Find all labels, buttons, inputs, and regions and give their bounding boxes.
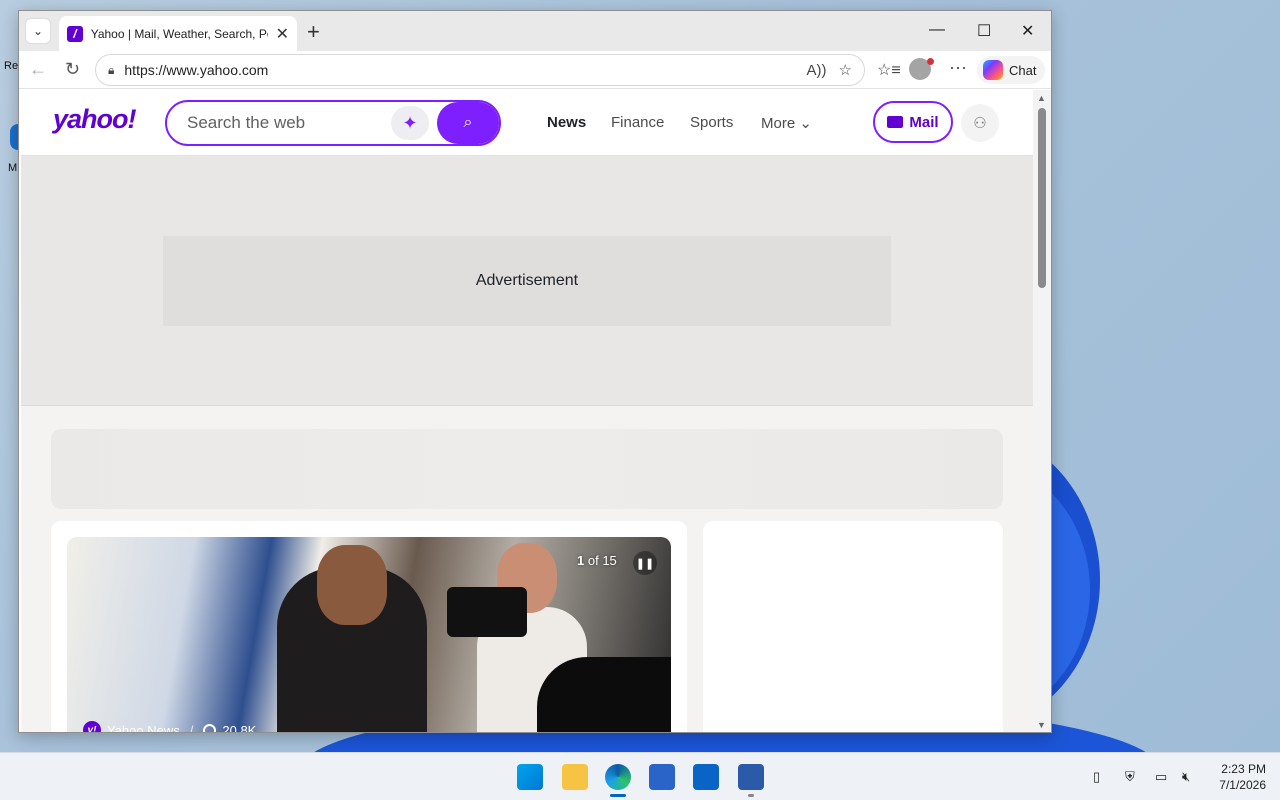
page-scrollbar[interactable]: ▲ ▼ [1033, 90, 1051, 732]
slide-current: 1 [577, 553, 585, 568]
search-box: ✦ ⌕ [165, 100, 501, 146]
pause-icon: ❚❚ [635, 557, 655, 570]
chevron-down-icon: ⌄ [32, 24, 44, 38]
scroll-thumb[interactable] [1038, 108, 1046, 288]
slideshow-image[interactable]: 1 of 15 ❚❚ y! Yahoo News / 20.8K [67, 537, 671, 733]
maximize-button[interactable]: ☐ [977, 21, 991, 41]
nav-sports[interactable]: Sports [690, 114, 733, 131]
store-icon[interactable] [649, 764, 675, 790]
security-icon[interactable]: ⛨ [1125, 769, 1135, 785]
back-button[interactable]: ← [29, 59, 47, 80]
nav-more-label: More [761, 115, 796, 132]
account-icon[interactable]: ⚇ [961, 104, 999, 142]
desktop-icon-label[interactable]: Re [4, 60, 18, 72]
side-card [703, 521, 1003, 732]
taskbar: ▯ ⛨ ▭ 🔇︎ 2:23 PM 7/1/2026 [0, 752, 1280, 800]
running-app-indicator [748, 794, 754, 797]
scroll-down-icon[interactable]: ▼ [1037, 720, 1046, 730]
nav-finance[interactable]: Finance [611, 114, 664, 131]
comment-count[interactable]: 20.8K [222, 723, 256, 733]
copilot-chat-button[interactable]: Chat [977, 56, 1045, 84]
new-tab-button[interactable]: + [307, 19, 320, 45]
clock-time: 2:23 PM [1221, 762, 1266, 776]
yahoo-logo[interactable]: yahoo! [53, 104, 137, 135]
search-input[interactable] [187, 112, 387, 134]
news-card: 1 of 15 ❚❚ y! Yahoo News / 20.8K [51, 521, 687, 733]
slide-counter: 1 of 15 [577, 553, 617, 568]
outlook-icon[interactable] [693, 764, 719, 790]
close-window-button[interactable]: ✕ [1021, 21, 1034, 41]
lens-shape [537, 657, 671, 732]
search-icon: ⌕ [463, 114, 473, 131]
yahoo-header: yahoo! ✦ ⌕ News Finance Sports More ⌄ Ma… [21, 90, 1033, 156]
read-aloud-icon[interactable]: A)) [807, 62, 827, 79]
yahoo-news-logo-icon: y! [83, 721, 101, 732]
network-icon[interactable]: ▭ [1155, 769, 1167, 785]
terminal-icon[interactable] [738, 764, 764, 790]
loading-placeholder [51, 429, 1003, 509]
active-app-indicator [610, 794, 626, 797]
pause-button[interactable]: ❚❚ [633, 551, 657, 575]
ad-band: Advertisement [21, 156, 1033, 406]
more-menu-icon[interactable]: ··· [949, 57, 967, 78]
mail-envelope-icon [887, 116, 904, 128]
address-bar[interactable]: 🔒︎ https://www.yahoo.com A)) ☆ [95, 54, 865, 86]
camera-shape [447, 587, 527, 637]
tab-title: Yahoo | Mail, Weather, Search, Politics,… [90, 26, 268, 41]
ai-sparkle-icon[interactable]: ✦ [391, 106, 429, 140]
chevron-down-icon: ⌄ [799, 115, 812, 132]
nav-more[interactable]: More ⌄ [761, 114, 812, 132]
title-bar: ⌄ / Yahoo | Mail, Weather, Search, Polit… [19, 11, 1051, 51]
close-tab-icon[interactable]: ✕ [276, 24, 289, 44]
advertisement-box[interactable]: Advertisement [163, 236, 891, 326]
source-line: y! Yahoo News / 20.8K [83, 721, 256, 733]
source-name[interactable]: Yahoo News [107, 723, 180, 733]
clock[interactable]: 2:23 PM 7/1/2026 [1210, 761, 1266, 793]
favorites-icon[interactable]: ☆≡ [877, 60, 901, 80]
volume-muted-icon[interactable]: 🔇︎ [1182, 769, 1190, 785]
copilot-icon [983, 60, 1003, 80]
lock-icon[interactable]: 🔒︎ [108, 63, 114, 78]
tab-yahoo[interactable]: / Yahoo | Mail, Weather, Search, Politic… [59, 16, 297, 51]
yahoo-favicon-icon: / [67, 25, 83, 42]
edge-browser-icon[interactable] [605, 764, 631, 790]
page-viewport: yahoo! ✦ ⌕ News Finance Sports More ⌄ Ma… [21, 90, 1033, 733]
refresh-button[interactable]: ↻ [65, 59, 80, 80]
scroll-up-icon[interactable]: ▲ [1037, 93, 1046, 103]
favorite-star-icon[interactable]: ☆ [839, 61, 852, 79]
tab-actions-button[interactable]: ⌄ [25, 18, 51, 44]
search-button[interactable]: ⌕ [437, 102, 499, 144]
url-text[interactable]: https://www.yahoo.com [124, 62, 794, 78]
comment-icon [203, 723, 217, 732]
separator: / [189, 722, 194, 733]
browser-toolbar: ← ↻ 🔒︎ https://www.yahoo.com A)) ☆ ☆≡ ··… [19, 51, 1051, 89]
start-menu-icon[interactable] [517, 764, 543, 790]
desktop-icon-label-2[interactable]: M [8, 162, 17, 174]
mail-label: Mail [909, 113, 939, 131]
chat-label: Chat [1009, 62, 1037, 78]
person-face [317, 545, 387, 625]
mail-button[interactable]: Mail [873, 101, 953, 143]
clock-date: 7/1/2026 [1219, 778, 1266, 792]
file-explorer-icon[interactable] [562, 764, 588, 790]
minimize-button[interactable]: — [929, 21, 945, 39]
nav-news[interactable]: News [547, 114, 586, 131]
notification-dot [927, 58, 934, 65]
slide-total: of 15 [587, 553, 617, 568]
browser-window: ⌄ / Yahoo | Mail, Weather, Search, Polit… [18, 10, 1052, 733]
usb-icon[interactable]: ▯ [1093, 769, 1100, 785]
